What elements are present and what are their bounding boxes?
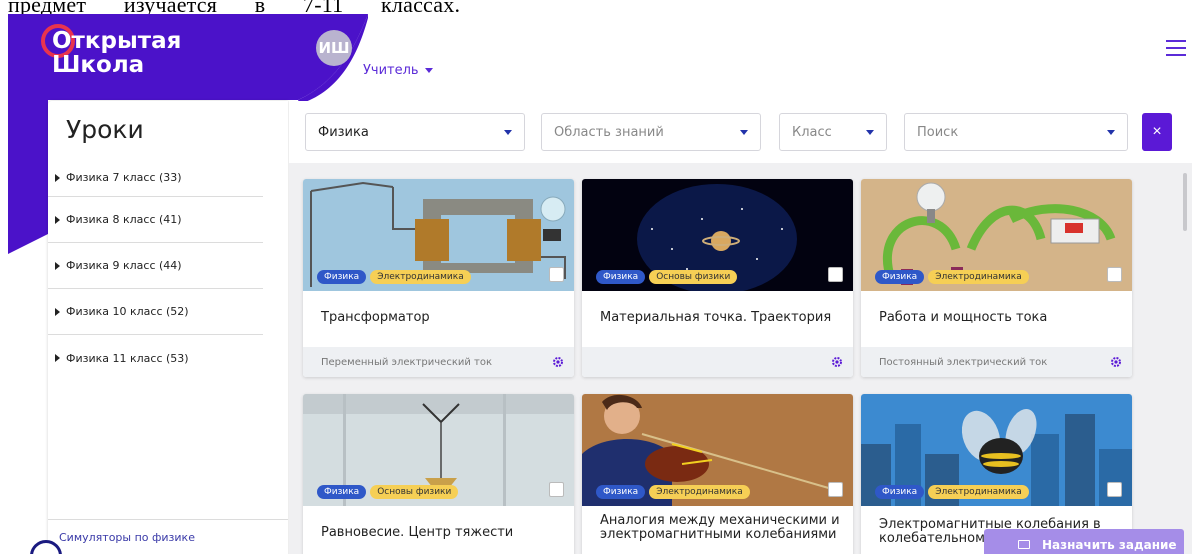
lesson-card[interactable]: Физика Электродинамика Трансформатор Пер…: [303, 179, 574, 377]
gear-icon[interactable]: [552, 356, 564, 368]
subject-select-value: Физика: [318, 124, 369, 140]
subject-select[interactable]: Физика: [305, 113, 525, 151]
expand-triangle-icon: [55, 215, 60, 224]
subject-tag: Физика: [317, 270, 367, 284]
sidebar-item-grade-7[interactable]: Физика 7 класс (33): [48, 159, 263, 197]
subject-tag: Физика: [596, 270, 646, 284]
chevron-down-icon: [866, 130, 874, 135]
sidebar-item-grade-11[interactable]: Физика 11 класс (53): [48, 335, 263, 381]
topic-tag: Электродинамика: [928, 485, 1029, 499]
card-tags: Физика Основы физики: [596, 270, 738, 284]
gear-icon[interactable]: [1110, 356, 1122, 368]
lessons-sidebar: Уроки Физика 7 класс (33) Физика 8 класс…: [48, 101, 288, 554]
caret-down-icon: [424, 68, 433, 73]
subject-tag: Физика: [875, 485, 925, 499]
card-image: Физика Электродинамика: [582, 394, 853, 506]
card-tags: Физика Электродинамика: [875, 485, 1029, 499]
select-checkbox[interactable]: [549, 482, 564, 497]
gear-icon[interactable]: [831, 356, 843, 368]
assign-task-label: Назначить задание: [1042, 538, 1177, 552]
clear-filters-button[interactable]: ×: [1142, 113, 1172, 151]
card-image: Физика Основы физики: [582, 179, 853, 291]
subject-tag: Физика: [875, 270, 925, 284]
sidebar-item-grade-10[interactable]: Физика 10 класс (52): [48, 289, 263, 335]
topic-tag: Основы физики: [370, 485, 459, 499]
sidebar-item-label: Физика 10 класс (52): [66, 305, 189, 318]
card-tags: Физика Электродинамика: [875, 270, 1029, 284]
brand-logo[interactable]: Открытая Школа: [52, 29, 181, 77]
card-tags: Физика Электродинамика: [317, 270, 471, 284]
card-footer-text: Постоянный электрический ток: [879, 356, 1048, 368]
brand-line-1: Открытая: [52, 28, 182, 54]
card-footer: Постоянный электрический ток: [861, 347, 1132, 377]
card-title: Материальная точка. Траектория: [600, 310, 832, 325]
role-label: Учитель: [363, 63, 419, 78]
card-title: Равновесие. Центр тяжести: [321, 525, 514, 540]
lesson-card[interactable]: Физика Электродинамика Аналогия между ме…: [582, 394, 853, 554]
menu-icon[interactable]: [1166, 40, 1186, 56]
sidebar-item-grade-9[interactable]: Физика 9 класс (44): [48, 243, 263, 289]
assign-task-button[interactable]: Назначить задание: [984, 529, 1184, 554]
sidebar-item-label: Физика 8 класс (41): [66, 213, 182, 226]
card-image: Физика Электродинамика: [303, 179, 574, 291]
card-title: Трансформатор: [321, 310, 430, 325]
role-dropdown[interactable]: Учитель: [363, 63, 433, 78]
simulators-link[interactable]: Симуляторы по физике: [48, 519, 288, 544]
filter-bar: Физика Область знаний Класс Поиск ×: [289, 101, 1192, 163]
card-footer-text: Переменный электрический ток: [321, 356, 493, 368]
knowledge-area-select[interactable]: Область знаний: [541, 113, 761, 151]
sidebar-item-grade-8[interactable]: Физика 8 класс (41): [48, 197, 263, 243]
subject-tag: Физика: [317, 485, 367, 499]
sidebar-title: Уроки: [66, 115, 144, 144]
app-root: предмет изучается в 7-11 классах. Открыт…: [0, 0, 1192, 554]
card-footer: Переменный электрический ток: [303, 347, 574, 377]
grade-list: Физика 7 класс (33) Физика 8 класс (41) …: [48, 159, 263, 381]
lesson-card[interactable]: Физика Основы физики Равновесие. Центр т…: [303, 394, 574, 554]
select-checkbox[interactable]: [828, 482, 843, 497]
doc-word: классах.: [381, 0, 461, 17]
card-footer: [582, 347, 853, 377]
chevron-down-icon: [740, 130, 748, 135]
chevron-down-icon: [504, 130, 512, 135]
expand-triangle-icon: [55, 261, 60, 270]
avatar[interactable]: ИШ: [316, 30, 352, 66]
topic-tag: Электродинамика: [928, 270, 1029, 284]
select-checkbox[interactable]: [828, 267, 843, 282]
card-title: Аналогия между механическими и электрома…: [600, 513, 840, 542]
search-select[interactable]: Поиск: [904, 113, 1128, 151]
scrollbar[interactable]: [1183, 173, 1187, 231]
expand-triangle-icon: [55, 307, 60, 316]
select-checkbox[interactable]: [1107, 482, 1122, 497]
sidebar-item-label: Физика 11 класс (53): [66, 351, 189, 365]
sidebar-item-label: Физика 7 класс (33): [66, 171, 182, 184]
card-image: Физика Электродинамика: [861, 179, 1132, 291]
knowledge-area-placeholder: Область знаний: [554, 124, 664, 140]
search-placeholder: Поиск: [917, 124, 959, 140]
card-image: Физика Основы физики: [303, 394, 574, 506]
grade-select[interactable]: Класс: [779, 113, 887, 151]
card-tags: Физика Электродинамика: [596, 485, 750, 499]
topic-tag: Электродинамика: [649, 485, 750, 499]
lesson-card[interactable]: Физика Основы физики Материальная точка.…: [582, 179, 853, 377]
main-content: Физика Область знаний Класс Поиск × Физи…: [289, 101, 1192, 554]
brand-line-2: Школа: [52, 52, 145, 78]
card-tags: Физика Основы физики: [317, 485, 459, 499]
subject-tag: Физика: [596, 485, 646, 499]
expand-triangle-icon: [55, 173, 60, 182]
select-checkbox[interactable]: [1107, 267, 1122, 282]
card-title: Работа и мощность тока: [879, 310, 1048, 325]
book-icon: [1018, 540, 1030, 549]
grade-placeholder: Класс: [792, 124, 832, 140]
topic-tag: Основы физики: [649, 270, 738, 284]
expand-triangle-icon: [55, 354, 60, 362]
sidebar-item-label: Физика 9 класс (44): [66, 259, 182, 272]
chevron-down-icon: [1107, 130, 1115, 135]
card-image: Физика Электродинамика: [861, 394, 1132, 506]
lesson-card[interactable]: Физика Электродинамика Работа и мощность…: [861, 179, 1132, 377]
select-checkbox[interactable]: [549, 267, 564, 282]
topic-tag: Электродинамика: [370, 270, 471, 284]
